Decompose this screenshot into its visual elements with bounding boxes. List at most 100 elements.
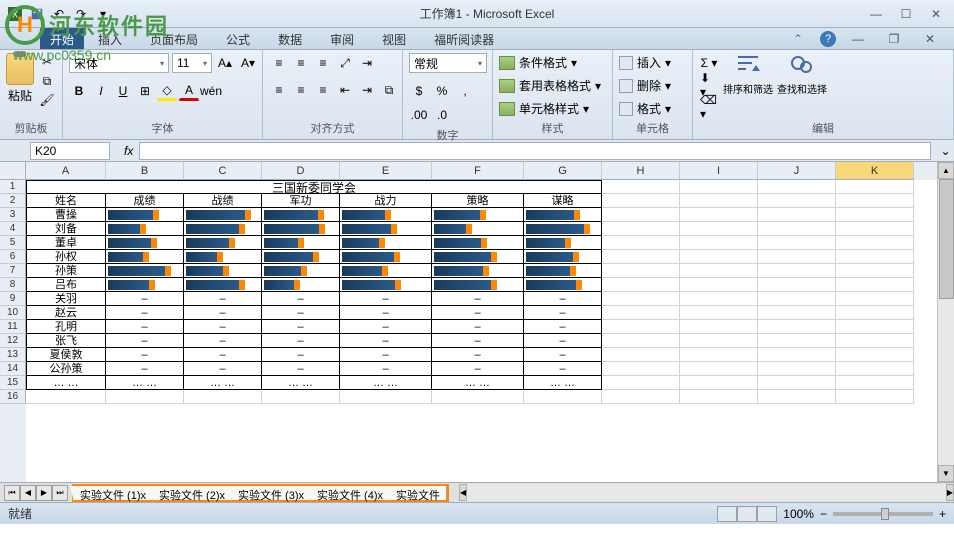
cell[interactable]: – xyxy=(106,320,184,334)
font-name-select[interactable]: 宋体▾ xyxy=(69,53,169,73)
cell[interactable] xyxy=(836,208,914,222)
cell[interactable] xyxy=(836,222,914,236)
col-header[interactable]: H xyxy=(602,162,680,180)
align-right-icon[interactable]: ≡ xyxy=(313,80,333,100)
cell[interactable] xyxy=(836,348,914,362)
cell[interactable]: – xyxy=(106,292,184,306)
row-header[interactable]: 2 xyxy=(0,194,26,208)
cell[interactable] xyxy=(602,334,680,348)
cell[interactable] xyxy=(432,222,524,236)
tab-insert[interactable]: 插入 xyxy=(84,28,136,49)
clear-icon[interactable]: ⌫ ▾ xyxy=(699,97,719,117)
cell[interactable]: – xyxy=(524,320,602,334)
cell[interactable] xyxy=(758,250,836,264)
cell[interactable]: – xyxy=(262,362,340,376)
cell[interactable] xyxy=(758,222,836,236)
cell[interactable]: – xyxy=(184,320,262,334)
cell[interactable] xyxy=(340,222,432,236)
cell[interactable]: – xyxy=(184,348,262,362)
row-header[interactable]: 4 xyxy=(0,222,26,236)
format-cells-button[interactable]: 格式 ▾ xyxy=(619,99,671,118)
select-all-corner[interactable] xyxy=(0,162,26,180)
insert-cells-button[interactable]: 插入 ▾ xyxy=(619,53,671,72)
cell[interactable] xyxy=(602,264,680,278)
row-header[interactable]: 8 xyxy=(0,278,26,292)
cell[interactable]: – xyxy=(432,320,524,334)
cell[interactable] xyxy=(524,390,602,404)
grid-body[interactable]: 三国新委同学会姓名成绩战绩军功战力策略谋略曹操刘备董卓孙权孙策吕布关羽–––––… xyxy=(26,180,937,404)
cell[interactable]: 孙策 xyxy=(26,264,106,278)
cell[interactable]: 张飞 xyxy=(26,334,106,348)
cell[interactable] xyxy=(602,362,680,376)
cell[interactable] xyxy=(758,390,836,404)
row-header[interactable]: 12 xyxy=(0,334,26,348)
sheet-tab[interactable]: 实验文件 xyxy=(390,486,447,500)
cell[interactable] xyxy=(680,306,758,320)
tab-prev-icon[interactable]: ◀ xyxy=(20,485,36,501)
cell[interactable] xyxy=(680,348,758,362)
fx-icon[interactable]: fx xyxy=(124,144,133,158)
dec-decimal-icon[interactable]: .0 xyxy=(432,105,452,125)
cell[interactable] xyxy=(836,390,914,404)
cell[interactable] xyxy=(184,236,262,250)
cell[interactable]: – xyxy=(524,334,602,348)
cell[interactable] xyxy=(602,194,680,208)
sheet-tab[interactable]: 实验文件 (1)x xyxy=(74,486,153,500)
tab-data[interactable]: 数据 xyxy=(264,28,316,49)
cell[interactable] xyxy=(602,306,680,320)
align-top-icon[interactable]: ≡ xyxy=(269,53,289,73)
tab-foxit[interactable]: 福昕阅读器 xyxy=(420,28,508,49)
cell[interactable]: – xyxy=(432,334,524,348)
cell[interactable] xyxy=(680,250,758,264)
cell[interactable]: – xyxy=(524,348,602,362)
cell[interactable] xyxy=(602,390,680,404)
tab-view[interactable]: 视图 xyxy=(368,28,420,49)
cell[interactable] xyxy=(836,306,914,320)
cell[interactable] xyxy=(184,390,262,404)
cell[interactable]: … … xyxy=(184,376,262,390)
cell[interactable]: – xyxy=(340,334,432,348)
underline-button[interactable]: U xyxy=(113,81,133,101)
row-header[interactable]: 13 xyxy=(0,348,26,362)
row-header[interactable]: 14 xyxy=(0,362,26,376)
table-format-button[interactable]: 套用表格格式 ▾ xyxy=(499,76,601,95)
cell[interactable] xyxy=(680,320,758,334)
scroll-down-icon[interactable]: ▼ xyxy=(938,465,954,482)
col-header[interactable]: F xyxy=(432,162,524,180)
cell[interactable]: – xyxy=(262,348,340,362)
copy-icon[interactable]: ⧉ xyxy=(38,72,56,90)
cell[interactable] xyxy=(836,376,914,390)
doc-restore-icon[interactable]: ❐ xyxy=(880,29,908,49)
cell[interactable]: 公孙策 xyxy=(26,362,106,376)
cell[interactable]: … … xyxy=(432,376,524,390)
cell[interactable] xyxy=(524,278,602,292)
cell[interactable] xyxy=(602,376,680,390)
cell[interactable] xyxy=(836,320,914,334)
zoom-slider[interactable] xyxy=(833,512,933,516)
cell[interactable] xyxy=(680,194,758,208)
cell[interactable]: – xyxy=(340,306,432,320)
cell[interactable] xyxy=(432,278,524,292)
indent-inc-icon[interactable]: ⇥ xyxy=(357,80,377,100)
cell[interactable]: – xyxy=(524,306,602,320)
align-bottom-icon[interactable]: ≡ xyxy=(313,53,333,73)
cell[interactable] xyxy=(680,334,758,348)
merge-icon[interactable]: ⧉ xyxy=(379,80,399,100)
excel-icon[interactable]: X xyxy=(6,5,24,23)
zoom-out-icon[interactable]: − xyxy=(820,507,827,521)
cell[interactable] xyxy=(680,222,758,236)
view-break-icon[interactable] xyxy=(757,506,777,522)
cell[interactable]: – xyxy=(106,362,184,376)
cell[interactable] xyxy=(680,236,758,250)
row-header[interactable]: 10 xyxy=(0,306,26,320)
col-header[interactable]: I xyxy=(680,162,758,180)
cell[interactable] xyxy=(602,208,680,222)
cell[interactable] xyxy=(432,208,524,222)
cell[interactable] xyxy=(432,236,524,250)
cell[interactable] xyxy=(836,292,914,306)
cell[interactable]: – xyxy=(340,320,432,334)
cell[interactable]: … … xyxy=(106,376,184,390)
row-header[interactable]: 1 xyxy=(0,180,26,194)
col-header[interactable]: A xyxy=(26,162,106,180)
save-icon[interactable] xyxy=(28,5,46,23)
